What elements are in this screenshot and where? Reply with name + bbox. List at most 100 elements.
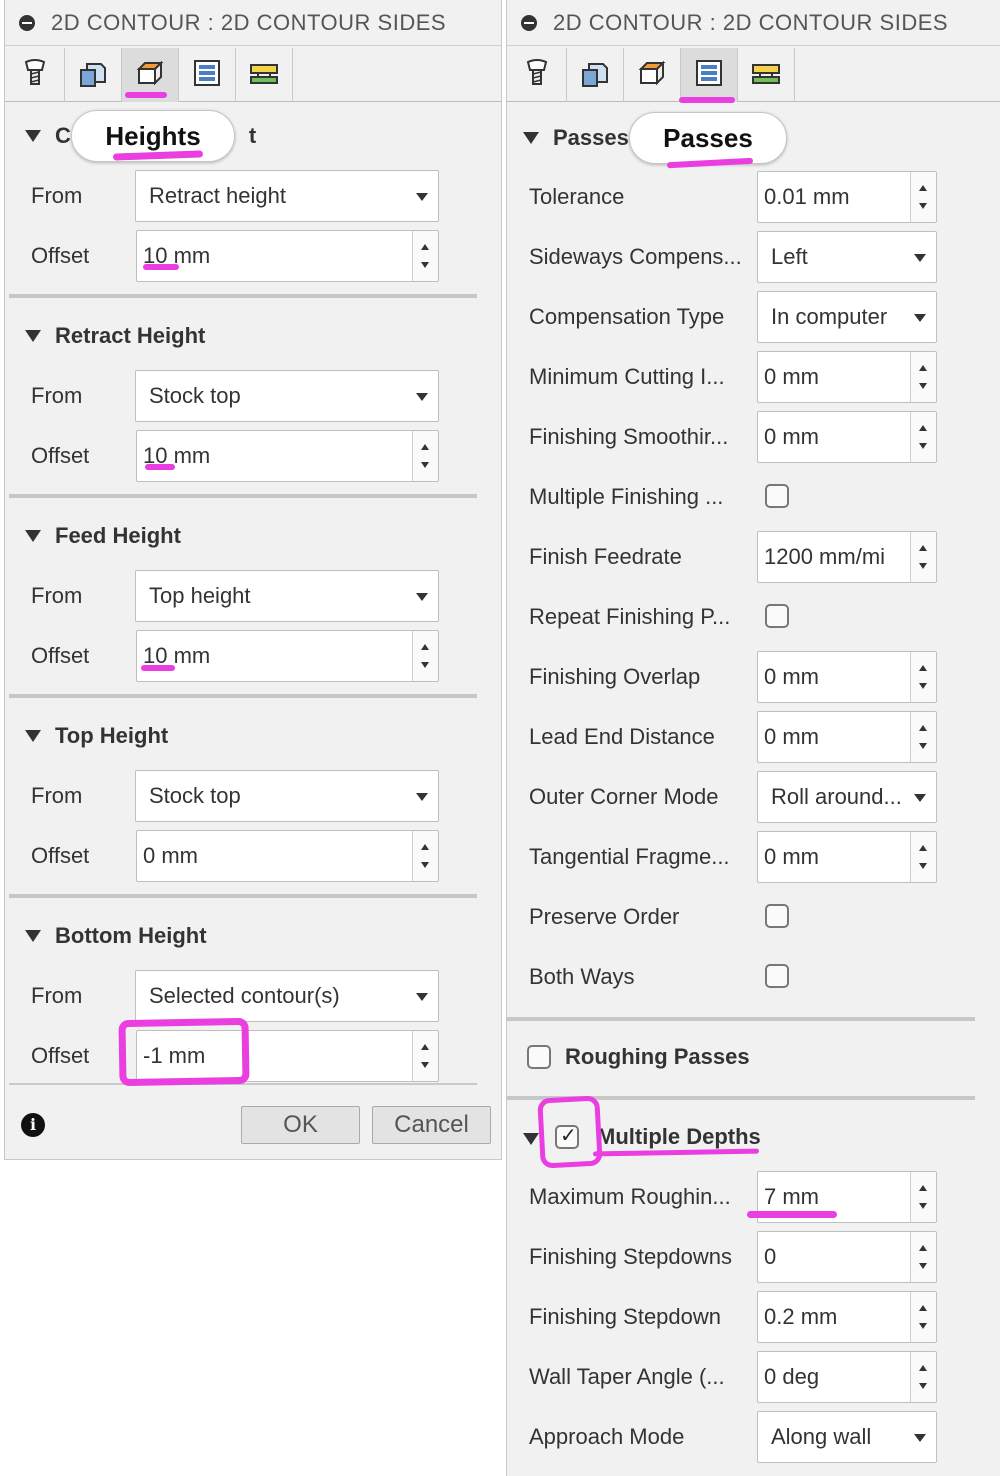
spin-down-icon[interactable] bbox=[919, 443, 927, 449]
tab-passes[interactable] bbox=[681, 48, 738, 102]
collapse-triangle-icon[interactable] bbox=[25, 330, 41, 342]
tab-tool[interactable] bbox=[507, 48, 567, 102]
collapse-triangle-icon[interactable] bbox=[25, 130, 41, 142]
from-select[interactable]: Retract height bbox=[135, 170, 439, 222]
spin-up-icon[interactable] bbox=[919, 1365, 927, 1371]
spin-down-icon[interactable] bbox=[919, 1203, 927, 1209]
offset-spinner[interactable]: 10 mm bbox=[136, 230, 439, 282]
outer-corner-mode-select[interactable]: Roll around... bbox=[757, 771, 937, 823]
collapse-icon[interactable] bbox=[19, 14, 35, 31]
spinner-buttons[interactable] bbox=[412, 431, 438, 481]
dialog-titlebar[interactable]: 2D CONTOUR : 2D CONTOUR SIDES bbox=[5, 0, 501, 46]
from-select[interactable]: Stock top bbox=[135, 370, 439, 422]
finish-feedrate-spinner[interactable]: 1200 mm/mi bbox=[757, 531, 937, 583]
spinner-buttons[interactable] bbox=[910, 412, 936, 462]
minimum-cutting-i-spinner[interactable]: 0 mm bbox=[757, 351, 937, 403]
ok-button[interactable]: OK bbox=[241, 1106, 360, 1144]
spin-down-icon[interactable] bbox=[421, 862, 429, 868]
spin-down-icon[interactable] bbox=[919, 563, 927, 569]
approach-mode-select[interactable]: Along wall bbox=[757, 1411, 937, 1463]
spinner-buttons[interactable] bbox=[910, 1232, 936, 1282]
cancel-button[interactable]: Cancel bbox=[372, 1106, 491, 1144]
collapse-triangle-icon[interactable] bbox=[25, 530, 41, 542]
tab-passes[interactable] bbox=[179, 48, 236, 102]
spin-down-icon[interactable] bbox=[919, 1323, 927, 1329]
spin-up-icon[interactable] bbox=[919, 1185, 927, 1191]
spinner-buttons[interactable] bbox=[910, 532, 936, 582]
collapse-triangle-icon[interactable] bbox=[523, 132, 539, 144]
spin-down-icon[interactable] bbox=[919, 1383, 927, 1389]
spin-up-icon[interactable] bbox=[421, 644, 429, 650]
spin-down-icon[interactable] bbox=[919, 743, 927, 749]
spinner-buttons[interactable] bbox=[910, 652, 936, 702]
spin-up-icon[interactable] bbox=[919, 725, 927, 731]
spin-down-icon[interactable] bbox=[919, 203, 927, 209]
tangential-fragme-spinner[interactable]: 0 mm bbox=[757, 831, 937, 883]
multiple-finishing-checkbox[interactable] bbox=[765, 484, 789, 508]
spin-down-icon[interactable] bbox=[421, 262, 429, 268]
section-header-retract-height[interactable]: Retract Height bbox=[5, 316, 205, 356]
spinner-buttons[interactable] bbox=[910, 1352, 936, 1402]
info-icon[interactable]: i bbox=[21, 1113, 45, 1137]
spinner-buttons[interactable] bbox=[412, 1031, 438, 1081]
spinner-buttons[interactable] bbox=[910, 1292, 936, 1342]
tab-linking[interactable] bbox=[236, 48, 293, 102]
spin-up-icon[interactable] bbox=[919, 185, 927, 191]
spin-up-icon[interactable] bbox=[919, 545, 927, 551]
finishing-stepdown-spinner[interactable]: 0.2 mm bbox=[757, 1291, 937, 1343]
wall-taper-angle-spinner[interactable]: 0 deg bbox=[757, 1351, 937, 1403]
collapse-icon[interactable] bbox=[521, 14, 537, 31]
spin-up-icon[interactable] bbox=[919, 425, 927, 431]
spinner-buttons[interactable] bbox=[910, 1172, 936, 1222]
from-select[interactable]: Selected contour(s) bbox=[135, 970, 439, 1022]
spin-down-icon[interactable] bbox=[919, 863, 927, 869]
tab-tool[interactable] bbox=[5, 48, 65, 102]
sideways-compens-select[interactable]: Left bbox=[757, 231, 937, 283]
spinner-buttons[interactable] bbox=[910, 712, 936, 762]
spin-up-icon[interactable] bbox=[919, 845, 927, 851]
finishing-overlap-spinner[interactable]: 0 mm bbox=[757, 651, 937, 703]
section-header-top-height[interactable]: Top Height bbox=[5, 716, 168, 756]
preserve-order-checkbox[interactable] bbox=[765, 904, 789, 928]
collapse-triangle-icon[interactable] bbox=[523, 1133, 539, 1145]
spin-up-icon[interactable] bbox=[421, 844, 429, 850]
both-ways-checkbox[interactable] bbox=[765, 964, 789, 988]
tab-heights[interactable] bbox=[624, 48, 681, 102]
finishing-stepdowns-spinner[interactable]: 0 bbox=[757, 1231, 937, 1283]
section-header-feed-height[interactable]: Feed Height bbox=[5, 516, 181, 556]
compensation-type-select[interactable]: In computer bbox=[757, 291, 937, 343]
offset-spinner[interactable]: 10 mm bbox=[136, 630, 439, 682]
spin-up-icon[interactable] bbox=[919, 1245, 927, 1251]
section-header-bottom-height[interactable]: Bottom Height bbox=[5, 916, 207, 956]
offset-spinner[interactable]: 0 mm bbox=[136, 830, 439, 882]
spinner-buttons[interactable] bbox=[910, 352, 936, 402]
collapse-triangle-icon[interactable] bbox=[25, 730, 41, 742]
repeat-finishing-p-checkbox[interactable] bbox=[765, 604, 789, 628]
spin-up-icon[interactable] bbox=[421, 1044, 429, 1050]
from-select[interactable]: Stock top bbox=[135, 770, 439, 822]
roughing-passes-checkbox[interactable] bbox=[527, 1045, 551, 1069]
spin-up-icon[interactable] bbox=[421, 444, 429, 450]
spinner-buttons[interactable] bbox=[910, 172, 936, 222]
tab-geometry[interactable] bbox=[65, 48, 122, 102]
spin-down-icon[interactable] bbox=[919, 683, 927, 689]
spin-down-icon[interactable] bbox=[919, 383, 927, 389]
collapse-triangle-icon[interactable] bbox=[25, 930, 41, 942]
finishing-smoothir-spinner[interactable]: 0 mm bbox=[757, 411, 937, 463]
spinner-buttons[interactable] bbox=[412, 631, 438, 681]
spinner-buttons[interactable] bbox=[412, 231, 438, 281]
spin-up-icon[interactable] bbox=[919, 665, 927, 671]
spin-down-icon[interactable] bbox=[421, 1062, 429, 1068]
spinner-buttons[interactable] bbox=[910, 832, 936, 882]
tolerance-spinner[interactable]: 0.01 mm bbox=[757, 171, 937, 223]
from-select[interactable]: Top height bbox=[135, 570, 439, 622]
dialog-titlebar[interactable]: 2D CONTOUR : 2D CONTOUR SIDES bbox=[507, 0, 1000, 46]
spin-up-icon[interactable] bbox=[919, 365, 927, 371]
offset-spinner[interactable]: 10 mm bbox=[136, 430, 439, 482]
spin-down-icon[interactable] bbox=[421, 662, 429, 668]
tab-linking[interactable] bbox=[738, 48, 795, 102]
section-header-passes[interactable]: Passes bbox=[507, 118, 629, 158]
spin-down-icon[interactable] bbox=[421, 462, 429, 468]
spin-up-icon[interactable] bbox=[919, 1305, 927, 1311]
tab-geometry[interactable] bbox=[567, 48, 624, 102]
